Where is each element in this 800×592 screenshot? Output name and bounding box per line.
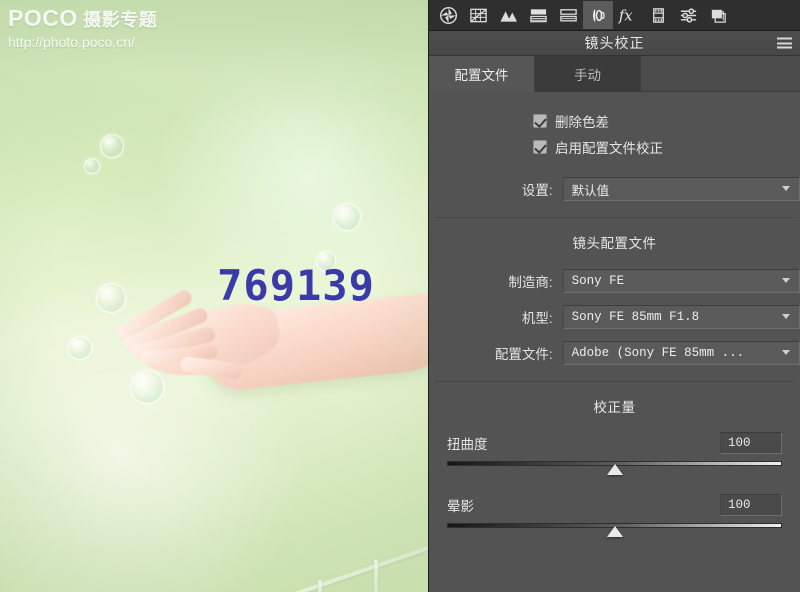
checkbox-icon[interactable] bbox=[533, 140, 547, 154]
chevron-down-icon bbox=[782, 186, 791, 192]
slider-distortion-track-wrap[interactable] bbox=[447, 458, 782, 476]
checkbox-remove-chromatic-aberration[interactable]: 删除色差 bbox=[429, 108, 800, 134]
slider-distortion-head: 扭曲度 100 bbox=[447, 430, 782, 456]
setup-select-value: 默认值 bbox=[571, 184, 610, 199]
separator-wrap bbox=[429, 368, 800, 394]
slider-distortion-value[interactable]: 100 bbox=[720, 432, 782, 454]
chevron-down-icon bbox=[782, 314, 791, 320]
slider-distortion-label: 扭曲度 bbox=[447, 437, 488, 452]
panel-tabs: 配置文件 手动 bbox=[429, 56, 800, 92]
effects-icon[interactable]: fx bbox=[613, 1, 643, 29]
setup-label: 设置: bbox=[521, 183, 553, 198]
tab-manual[interactable]: 手动 bbox=[535, 56, 641, 92]
checkbox-label: 删除色差 bbox=[555, 115, 609, 130]
profile-select-value: Adobe (Sony FE 85mm ... bbox=[571, 346, 745, 360]
slider-vignetting-label: 晕影 bbox=[447, 499, 474, 514]
model-select[interactable]: Sony FE 85mm F1.8 bbox=[562, 305, 800, 329]
svg-text:fx: fx bbox=[618, 8, 633, 25]
slider-vignetting-head: 晕影 100 bbox=[447, 492, 782, 518]
make-label: 制造商: bbox=[508, 275, 553, 290]
checkbox-group: 删除色差 启用配置文件校正 bbox=[429, 92, 800, 160]
hamburger-menu-icon[interactable] bbox=[777, 37, 792, 49]
model-select-value: Sony FE 85mm F1.8 bbox=[571, 310, 700, 324]
make-row: 制造商: Sony FE bbox=[429, 266, 800, 296]
setup-row: 设置: 默认值 bbox=[429, 174, 800, 204]
panel-title: 镜头校正 bbox=[584, 35, 645, 51]
basic-icon[interactable] bbox=[433, 1, 463, 29]
slider-thumb[interactable] bbox=[606, 526, 623, 537]
module-toolbar: fx bbox=[429, 0, 800, 31]
overlay-number: 769139 bbox=[217, 261, 375, 310]
model-label: 机型: bbox=[521, 311, 553, 326]
image-canvas[interactable]: POCO 摄影专题 http://photo.poco.cn/ 769139 bbox=[0, 0, 428, 592]
snapshots-icon[interactable] bbox=[703, 1, 733, 29]
setup-select[interactable]: 默认值 bbox=[562, 177, 800, 201]
correction-amount-section-title: 校正量 bbox=[593, 400, 636, 415]
hsl-icon[interactable] bbox=[493, 1, 523, 29]
app-window: POCO 摄影专题 http://photo.poco.cn/ 769139 f… bbox=[0, 0, 800, 592]
presets-icon[interactable] bbox=[673, 1, 703, 29]
chevron-down-icon bbox=[782, 278, 791, 284]
make-select[interactable]: Sony FE bbox=[562, 269, 800, 293]
tab-profile[interactable]: 配置文件 bbox=[429, 56, 535, 92]
model-row: 机型: Sony FE 85mm F1.8 bbox=[429, 302, 800, 332]
slider-vignetting: 晕影 100 bbox=[429, 476, 800, 538]
slider-thumb[interactable] bbox=[606, 464, 623, 475]
chevron-down-icon bbox=[782, 350, 791, 356]
slider-vignetting-value[interactable]: 100 bbox=[720, 494, 782, 516]
profile-select[interactable]: Adobe (Sony FE 85mm ... bbox=[562, 341, 800, 365]
divider bbox=[435, 217, 794, 218]
lens-correction-icon[interactable] bbox=[583, 1, 613, 29]
slider-vignetting-track-wrap[interactable] bbox=[447, 520, 782, 538]
profile-label: 配置文件: bbox=[494, 347, 553, 362]
detail-icon[interactable] bbox=[553, 1, 583, 29]
make-select-value: Sony FE bbox=[571, 274, 625, 288]
lens-correction-panel: fx 镜头校正 配置文件 手动 删除色差 启用配置文件校正 设置: 默认值 镜头… bbox=[428, 0, 800, 592]
checkbox-enable-profile-corrections[interactable]: 启用配置文件校正 bbox=[429, 134, 800, 160]
panel-title-bar: 镜头校正 bbox=[429, 31, 800, 56]
tabs-filler bbox=[641, 56, 800, 91]
checkbox-icon[interactable] bbox=[533, 114, 547, 128]
split-toning-icon[interactable] bbox=[523, 1, 553, 29]
slider-distortion: 扭曲度 100 bbox=[429, 424, 800, 476]
calibration-icon[interactable] bbox=[643, 1, 673, 29]
checkbox-label: 启用配置文件校正 bbox=[555, 141, 663, 156]
lens-profile-section-title: 镜头配置文件 bbox=[572, 236, 657, 251]
separator-wrap bbox=[429, 204, 800, 230]
profile-row: 配置文件: Adobe (Sony FE 85mm ... bbox=[429, 338, 800, 368]
tone-curve-icon[interactable] bbox=[463, 1, 493, 29]
divider bbox=[435, 381, 794, 382]
panel-body: 删除色差 启用配置文件校正 设置: 默认值 镜头配置文件 制造商: Sony F… bbox=[429, 92, 800, 592]
